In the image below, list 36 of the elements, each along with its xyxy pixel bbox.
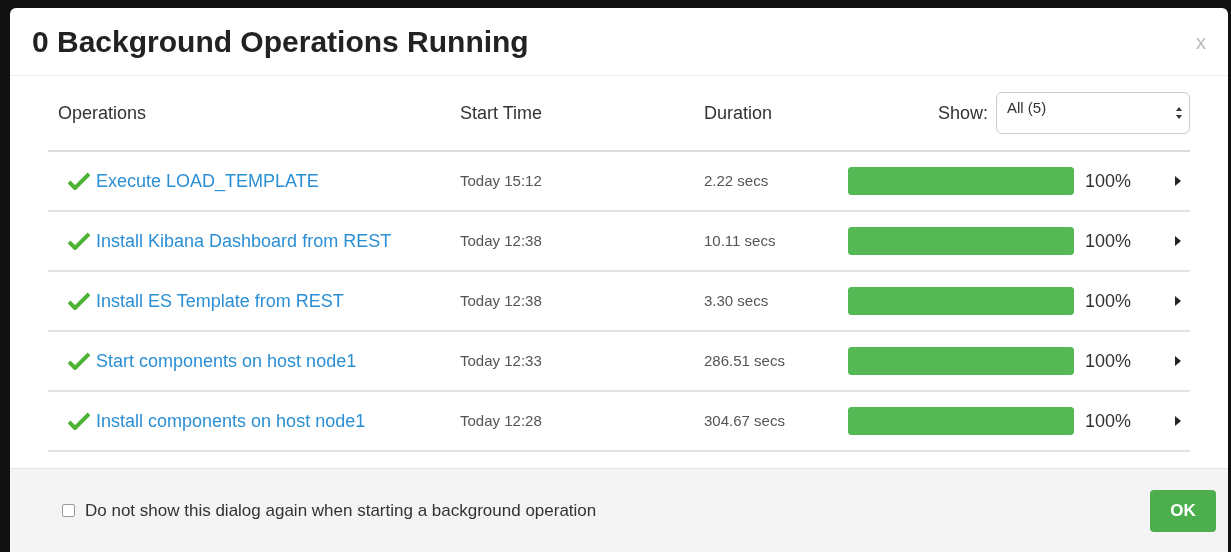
- expand-icon[interactable]: [1174, 175, 1182, 187]
- column-header: Duration: [703, 101, 774, 125]
- ok-button[interactable]: OK: [1150, 489, 1216, 532]
- start-time: Today 12:38: [459, 290, 543, 311]
- start-time: Today 12:38: [459, 230, 543, 251]
- close-button[interactable]: x: [1196, 31, 1206, 52]
- start-time: Today 12:33: [459, 350, 543, 371]
- expand-icon[interactable]: [1174, 235, 1182, 247]
- column-header: Start Time: [459, 101, 544, 125]
- updown-icon: [1175, 106, 1183, 120]
- progress-percent: 100%: [1084, 229, 1133, 253]
- duration: 304.67 secs: [703, 410, 786, 431]
- progress-percent: 100%: [1084, 409, 1133, 433]
- progress-percent: 100%: [1084, 349, 1133, 373]
- duration: 286.51 secs: [703, 350, 786, 371]
- checkbox[interactable]: [62, 504, 75, 517]
- expand-icon[interactable]: [1174, 295, 1182, 307]
- operation-link[interactable]: Install Kibana Dashboard from REST: [96, 227, 392, 255]
- progress-percent: 100%: [1084, 289, 1133, 313]
- start-time: Today 15:12: [459, 170, 543, 191]
- operation-link[interactable]: Start components on host node1: [96, 347, 357, 375]
- operation-link[interactable]: Install ES Template from REST: [96, 287, 344, 315]
- filter-label: Show:: [937, 101, 988, 125]
- duration: 3.30 secs: [703, 290, 770, 311]
- expand-icon[interactable]: [1174, 415, 1182, 427]
- expand-icon[interactable]: [1174, 355, 1182, 367]
- checkbox-label: Do not show this dialog again when starting a background operation: [85, 499, 597, 522]
- filter-select[interactable]: All (5): [996, 92, 1190, 134]
- duration: 10.11 secs: [703, 230, 777, 251]
- column-header: Operations: [57, 101, 148, 125]
- dialog-title: 0 Background Operations Running: [32, 24, 529, 60]
- progress-percent: 100%: [1084, 169, 1133, 193]
- operation-link[interactable]: Execute LOAD_TEMPLATE: [96, 167, 319, 195]
- duration: 2.22 secs: [703, 170, 770, 191]
- start-time: Today 12:28: [459, 410, 543, 431]
- operation-link[interactable]: Install components on host node1: [96, 407, 366, 435]
